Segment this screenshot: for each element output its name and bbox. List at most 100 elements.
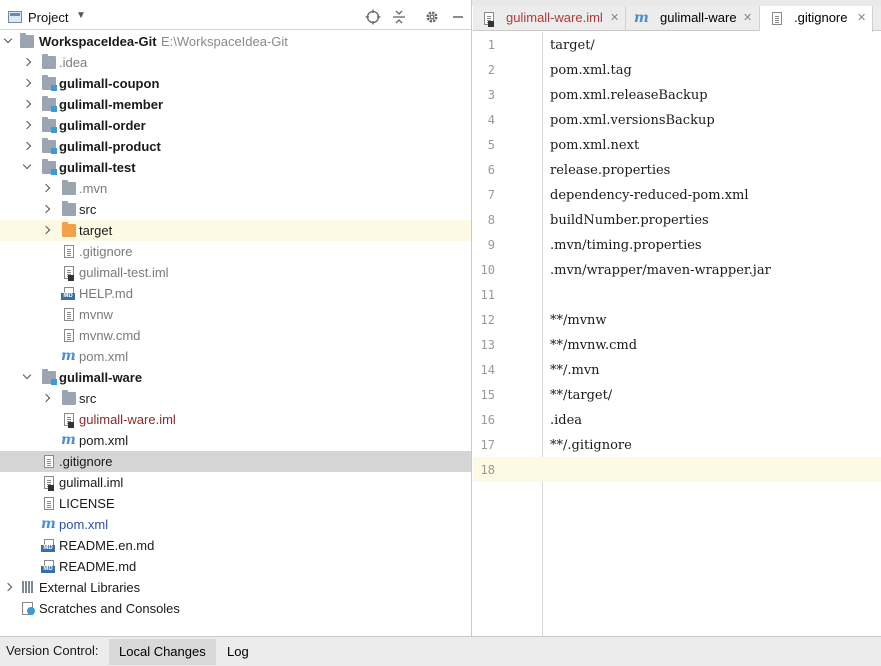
- tree-row[interactable]: gulimall-test.iml: [0, 262, 471, 283]
- chevron-right-icon[interactable]: [40, 220, 52, 241]
- tree-row[interactable]: m pom.xml: [0, 430, 471, 451]
- folder-icon: [62, 201, 76, 216]
- version-control-label: Version Control:: [6, 643, 99, 658]
- tree-row[interactable]: target: [0, 220, 471, 241]
- chevron-down-icon[interactable]: [21, 157, 33, 178]
- tree-row[interactable]: gulimall-coupon: [0, 73, 471, 94]
- tree-item-label: gulimall-ware: [59, 370, 143, 385]
- chevron-right-icon[interactable]: [40, 178, 52, 199]
- tree-item-label: External Libraries: [39, 580, 141, 595]
- tab-local-changes[interactable]: Local Changes: [109, 639, 216, 665]
- close-icon[interactable]: ✕: [610, 6, 619, 30]
- tree-item-label: gulimall-order: [59, 118, 146, 133]
- tree-row[interactable]: gulimall-test: [0, 157, 471, 178]
- tab-log[interactable]: Log: [217, 639, 259, 665]
- tree-row[interactable]: gulimall-product: [0, 136, 471, 157]
- line-number: 13: [480, 338, 495, 352]
- chevron-down-icon[interactable]: [21, 367, 33, 388]
- tree-row[interactable]: gulimall-ware.iml: [0, 409, 471, 430]
- scratches-icon: [22, 602, 36, 615]
- tree-item-label: gulimall.iml: [59, 475, 124, 490]
- tab-gulimall-ware-iml[interactable]: gulimall-ware.iml ✕: [473, 6, 626, 31]
- close-icon[interactable]: ✕: [857, 6, 866, 30]
- project-icon: [8, 11, 22, 23]
- tree-item-label: pom.xml: [79, 349, 129, 364]
- chevron-right-icon[interactable]: [2, 577, 14, 598]
- code-line: .idea: [550, 413, 583, 428]
- tree-row[interactable]: .mvn: [0, 178, 471, 199]
- tree-item-label: src: [79, 202, 97, 217]
- gear-icon[interactable]: [423, 9, 441, 27]
- tree-item-label: gulimall-test: [59, 160, 136, 175]
- code-line: dependency-reduced-pom.xml: [550, 188, 749, 203]
- tree-row[interactable]: mvnw.cmd: [0, 325, 471, 346]
- collapse-icon[interactable]: [390, 9, 408, 27]
- maven-icon: m: [61, 348, 76, 364]
- tree-row[interactable]: gulimall.iml: [0, 472, 471, 493]
- code-line: release.properties: [550, 163, 671, 178]
- tab-gitignore[interactable]: .gitignore ✕: [760, 6, 873, 32]
- chevron-right-icon[interactable]: [40, 199, 52, 220]
- minimize-icon[interactable]: [449, 9, 467, 27]
- project-panel: Project ▼ WorkspaceIdea-Git E:\Workspace…: [0, 0, 472, 636]
- tree-row[interactable]: gulimall-order: [0, 115, 471, 136]
- project-panel-title[interactable]: Project: [28, 10, 68, 25]
- tree-row[interactable]: src: [0, 388, 471, 409]
- chevron-right-icon[interactable]: [21, 94, 33, 115]
- file-icon: [64, 245, 74, 258]
- file-icon: [44, 455, 54, 468]
- line-number: 2: [487, 63, 495, 77]
- tree-row[interactable]: MD README.md: [0, 556, 471, 577]
- tree-row[interactable]: mvnw: [0, 304, 471, 325]
- tree-item-label: gulimall-product: [59, 139, 161, 154]
- chevron-right-icon[interactable]: [21, 52, 33, 73]
- tree-item-label: .mvn: [79, 181, 108, 196]
- close-icon[interactable]: ✕: [743, 6, 752, 30]
- line-number: 15: [480, 388, 495, 402]
- tree-row[interactable]: m pom.xml: [0, 346, 471, 367]
- line-number: 3: [487, 88, 495, 102]
- tree-item-label: Scratches and Consoles: [39, 601, 180, 616]
- code-line: **/mvnw: [550, 313, 607, 328]
- tree-row[interactable]: src: [0, 199, 471, 220]
- module-folder-icon: [42, 138, 57, 154]
- tree-row-selected[interactable]: .gitignore: [0, 451, 471, 472]
- tree-row-root[interactable]: WorkspaceIdea-Git E:\WorkspaceIdea-Git: [0, 31, 471, 52]
- tree-row-external-libraries[interactable]: External Libraries: [0, 577, 471, 598]
- tab-gulimall-ware[interactable]: m gulimall-ware ✕: [626, 6, 760, 31]
- module-folder-icon: [42, 96, 57, 112]
- chevron-right-icon[interactable]: [40, 388, 52, 409]
- tree-row[interactable]: LICENSE: [0, 493, 471, 514]
- tree-item-label: mvnw.cmd: [79, 328, 141, 343]
- tree-item-label: README.md: [59, 559, 137, 574]
- chevron-right-icon[interactable]: [21, 136, 33, 157]
- tree-row[interactable]: .gitignore: [0, 241, 471, 262]
- chevron-down-icon[interactable]: [2, 31, 14, 52]
- tree-item-label: target: [79, 223, 113, 238]
- code-line: **/.gitignore: [550, 438, 632, 453]
- tree-row[interactable]: m pom.xml: [0, 514, 471, 535]
- code-line: pom.xml.releaseBackup: [550, 88, 708, 103]
- module-folder-icon: [42, 75, 57, 91]
- line-number: 7: [487, 188, 495, 202]
- tree-row[interactable]: gulimall-member: [0, 94, 471, 115]
- code-editor[interactable]: 1 2 3 4 5 6 7 8 9 10 11 12 13 14 15 16 1…: [473, 32, 881, 636]
- file-icon: [44, 497, 54, 510]
- chevron-down-icon[interactable]: ▼: [76, 10, 86, 21]
- crosshair-icon[interactable]: [364, 9, 382, 27]
- tree-row[interactable]: gulimall-ware: [0, 367, 471, 388]
- chevron-right-icon[interactable]: [21, 115, 33, 136]
- tree-item-label: LICENSE: [59, 496, 115, 511]
- tree-item-label: gulimall-test.iml: [79, 265, 169, 280]
- tree-row[interactable]: MD README.en.md: [0, 535, 471, 556]
- tree-item-label: pom.xml: [79, 433, 129, 448]
- module-folder-icon: [42, 369, 57, 385]
- tree-row[interactable]: MD HELP.md: [0, 283, 471, 304]
- tree-item-label: WorkspaceIdea-Git: [39, 34, 157, 49]
- chevron-right-icon[interactable]: [21, 73, 33, 94]
- line-number: 1: [487, 38, 495, 52]
- tree-row[interactable]: .idea: [0, 52, 471, 73]
- tree-row-scratches[interactable]: Scratches and Consoles: [0, 598, 471, 619]
- line-number: 10: [480, 263, 495, 277]
- maven-icon: m: [634, 10, 649, 26]
